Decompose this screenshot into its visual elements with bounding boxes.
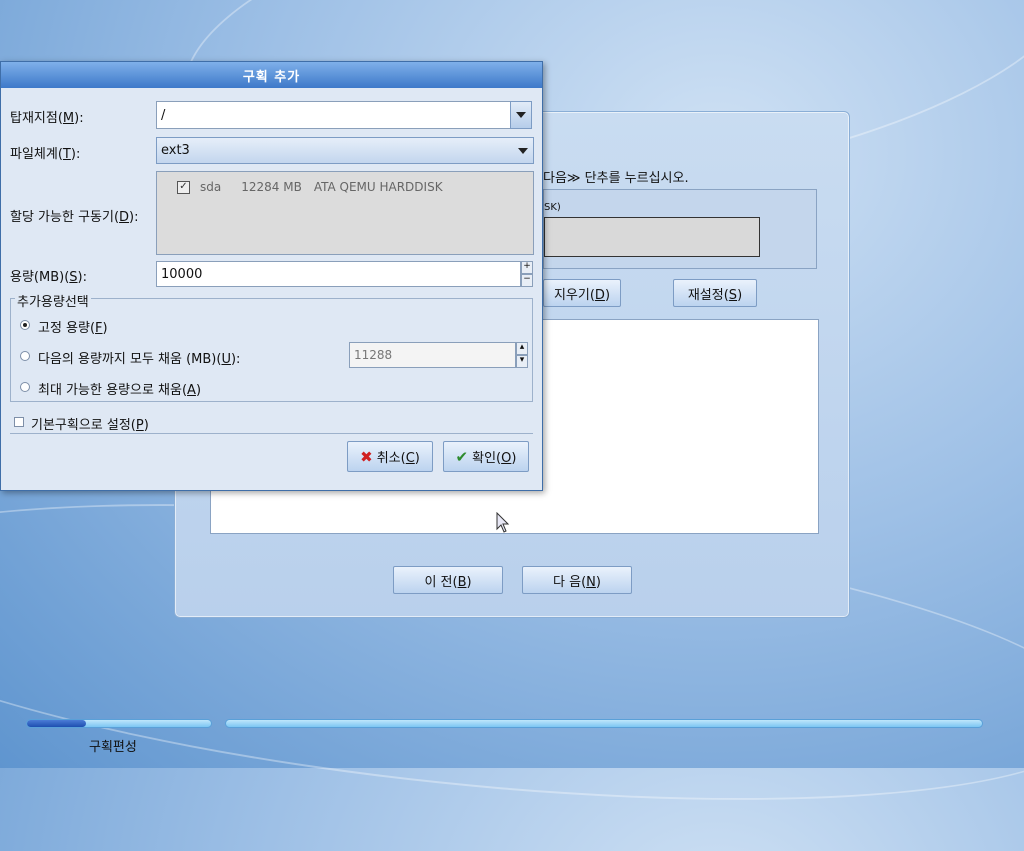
drives-label: 할당 가능한 구동기(D): (10, 210, 139, 225)
step-progress-fill (27, 720, 86, 727)
step-label: 구획편성 (89, 740, 137, 755)
fixed-size-label[interactable]: 고정 용량(F) (38, 317, 108, 336)
drive-name: sda (200, 180, 222, 194)
size-spin-up[interactable]: + (521, 261, 533, 274)
drives-list[interactable]: ✓ sda 12284 MB ATA QEMU HARDDISK (156, 171, 534, 255)
cancel-icon: ✖ (360, 447, 373, 466)
back-button[interactable]: 이 전(B) (393, 566, 503, 594)
fill-max-radio[interactable] (20, 382, 30, 392)
fill-max-label[interactable]: 최대 가능한 용량으로 채움(A) (38, 379, 201, 398)
overall-progress-track (225, 719, 983, 728)
filesystem-label: 파일체계(T): (10, 147, 81, 162)
disk-info-panel: SK) (543, 189, 817, 269)
size-spin-down[interactable]: − (521, 274, 533, 287)
fill-to-size-radio[interactable] (20, 351, 30, 361)
additional-size-group: 추가용량선택 고정 용량(F) 다음의 용량까지 모두 채움 (MB)(U): … (10, 291, 533, 402)
cancel-button-label: 취소(C) (376, 451, 420, 466)
mount-point-dropdown-button[interactable] (510, 101, 532, 129)
primary-partition-label[interactable]: 기본구획으로 설정(P) (31, 414, 149, 433)
delete-button[interactable]: 지우기(D) (543, 279, 621, 307)
reset-button[interactable]: 재설정(S) (673, 279, 757, 307)
additional-size-legend: 추가용량선택 (15, 291, 91, 310)
fixed-size-radio[interactable] (20, 320, 30, 330)
next-button-label: 다 음(N) (553, 574, 601, 590)
dialog-titlebar[interactable]: 구획 추가 (1, 62, 542, 88)
dialog-separator (10, 433, 533, 434)
cancel-button[interactable]: ✖ 취소(C) (347, 441, 433, 472)
step-progress-track (26, 719, 212, 728)
add-partition-dialog: 구획 추가 탑재지점(M): / 파일체계(T): ext3 할당 가능한 구동… (0, 61, 543, 491)
ok-button-label: 확인(O) (472, 451, 517, 466)
back-button-label: 이 전(B) (424, 574, 472, 590)
disk-label: SK) (544, 202, 561, 213)
fill-to-size-input[interactable]: 11288 (349, 342, 516, 368)
instruction-text: 다음≫ 단추를 누르십시오. (543, 171, 689, 186)
drive-item[interactable]: ✓ sda 12284 MB ATA QEMU HARDDISK (161, 180, 443, 194)
fill-to-size-label[interactable]: 다음의 용량까지 모두 채움 (MB)(U): (38, 348, 240, 367)
chevron-down-icon (518, 147, 528, 154)
disk-map (544, 217, 760, 257)
drive-checkbox[interactable]: ✓ (177, 180, 190, 194)
ok-button[interactable]: ✔ 확인(O) (443, 441, 529, 472)
delete-button-label: 지우기(D) (553, 287, 611, 303)
dialog-title: 구획 추가 (242, 69, 301, 85)
size-label: 용량(MB)(S): (10, 270, 87, 285)
reset-button-label: 재설정(S) (687, 287, 743, 303)
mount-point-input[interactable]: / (156, 101, 511, 129)
size-input[interactable]: 10000 (156, 261, 521, 287)
mouse-cursor-icon (496, 512, 510, 533)
filesystem-dropdown-button[interactable] (512, 137, 534, 164)
checkmark-icon: ✔ (455, 447, 469, 466)
drive-model: ATA QEMU HARDDISK (313, 180, 443, 194)
fill-to-spin-up[interactable]: ▴ (516, 342, 528, 355)
drive-size: 12284 MB (241, 180, 302, 194)
filesystem-select[interactable]: ext3 (156, 137, 534, 164)
primary-partition-checkbox[interactable] (14, 417, 24, 427)
next-button[interactable]: 다 음(N) (522, 566, 632, 594)
fill-to-spin-down[interactable]: ▾ (516, 355, 528, 368)
mount-point-label: 탑재지점(M): (10, 111, 84, 126)
chevron-down-icon (516, 112, 526, 118)
